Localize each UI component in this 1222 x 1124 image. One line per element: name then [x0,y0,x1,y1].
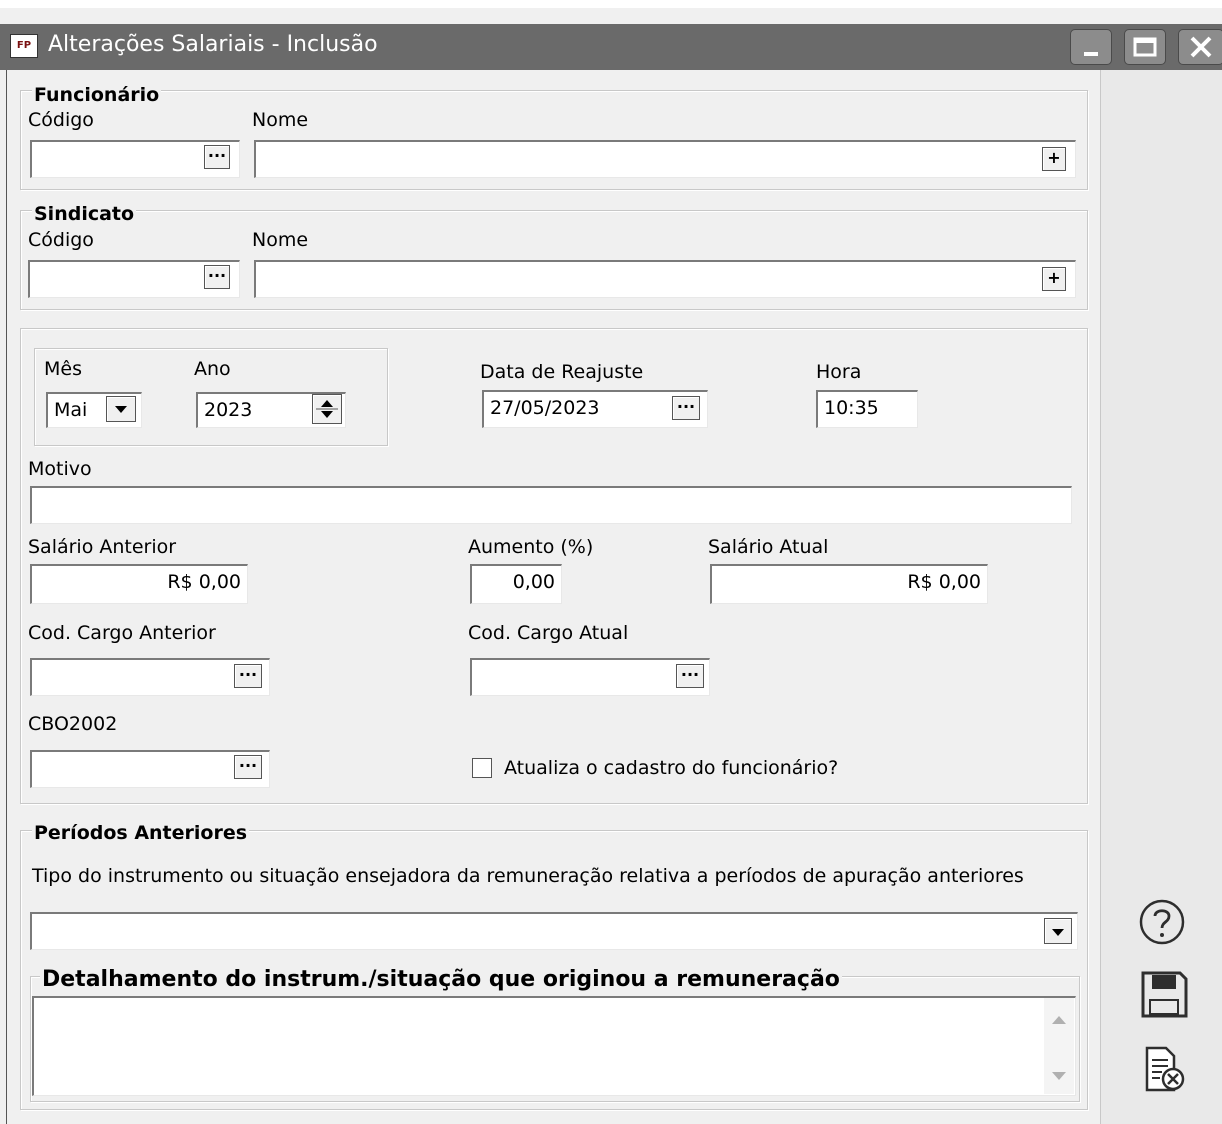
cargo-atual-input[interactable] [470,658,710,696]
funcionario-nome-label: Nome [252,109,309,131]
document-cancel-icon [1145,1046,1185,1092]
salario-atual-input[interactable]: R$ 0,00 [710,564,988,604]
minimize-button[interactable] [1070,29,1112,65]
close-button[interactable] [1178,29,1222,65]
mes-select-value: Mai [54,399,88,421]
data-reajuste-label: Data de Reajuste [480,361,644,383]
save-button[interactable] [1140,970,1190,1022]
title-bar[interactable]: FP Alterações Salariais - Inclusão [0,24,1222,70]
cargo-atual-label: Cod. Cargo Atual [468,622,629,644]
floppy-disk-icon [1141,971,1188,1018]
hora-input[interactable]: 10:35 [816,390,918,428]
motivo-label: Motivo [28,458,92,480]
maximize-icon [1133,37,1157,57]
help-button[interactable] [1138,898,1190,950]
tipo-instrumento-select[interactable] [30,912,1078,950]
mes-dropdown-button[interactable] [106,396,136,422]
maximize-button[interactable] [1124,29,1166,65]
aumento-input[interactable]: 0,00 [470,564,562,604]
spinner-arrows-icon [316,400,338,418]
funcionario-add-button[interactable]: + [1042,147,1066,171]
sindicato-nome-input[interactable] [254,260,1076,298]
sindicato-legend: Sindicato [32,203,137,225]
periodos-anteriores-legend: Períodos Anteriores [32,822,250,844]
close-icon [1190,36,1212,58]
tipo-instrumento-dropdown-button[interactable] [1044,918,1072,944]
sindicato-codigo-label: Código [28,229,94,251]
chevron-down-icon [115,406,127,413]
detalhamento-legend: Detalhamento do instrum./situação que or… [40,966,842,994]
salario-anterior-label: Salário Anterior [28,536,177,558]
funcionario-nome-input[interactable] [254,140,1076,178]
detalhamento-scrollbar[interactable] [1044,998,1074,1094]
cancel-button[interactable] [1144,1046,1190,1094]
funcionario-codigo-label: Código [28,109,94,131]
app-icon: FP [10,34,38,58]
data-reajuste-calendar-button[interactable]: ··· [672,396,700,420]
chevron-down-icon [1052,929,1064,936]
detalhamento-textarea[interactable] [32,996,1076,1096]
salario-atual-label: Salário Atual [708,536,829,558]
motivo-input[interactable] [30,486,1072,524]
tipo-instrumento-label: Tipo do instrumento ou situação ensejado… [32,865,1024,887]
help-circle-icon [1139,899,1185,945]
atualiza-cadastro-checkbox[interactable] [472,758,492,778]
hora-label: Hora [816,361,862,383]
sindicato-add-button[interactable]: + [1042,267,1066,291]
side-panel [1100,70,1222,1124]
top-strip [0,0,1222,8]
salario-anterior-input[interactable]: R$ 0,00 [30,564,248,604]
scroll-arrows-icon [1052,1016,1066,1080]
window-title: Alterações Salariais - Inclusão [48,32,378,57]
cargo-anterior-label: Cod. Cargo Anterior [28,622,216,644]
cargo-atual-browse-button[interactable]: ··· [676,664,704,688]
ano-spinner[interactable] [312,394,342,424]
funcionario-legend: Funcionário [32,84,162,106]
ano-input-value: 2023 [204,399,253,421]
ano-label: Ano [194,358,231,380]
sindicato-codigo-browse-button[interactable]: ··· [204,265,230,289]
funcionario-codigo-browse-button[interactable]: ··· [204,145,230,169]
data-reajuste-value: 27/05/2023 [490,397,600,419]
sindicato-nome-label: Nome [252,229,309,251]
minimize-icon [1084,52,1098,56]
atualiza-cadastro-label: Atualiza o cadastro do funcionário? [504,757,839,779]
cargo-anterior-browse-button[interactable]: ··· [234,664,262,688]
mes-label: Mês [44,358,82,380]
cbo-browse-button[interactable]: ··· [234,755,262,779]
aumento-label: Aumento (%) [468,536,594,558]
cbo-label: CBO2002 [28,713,118,735]
